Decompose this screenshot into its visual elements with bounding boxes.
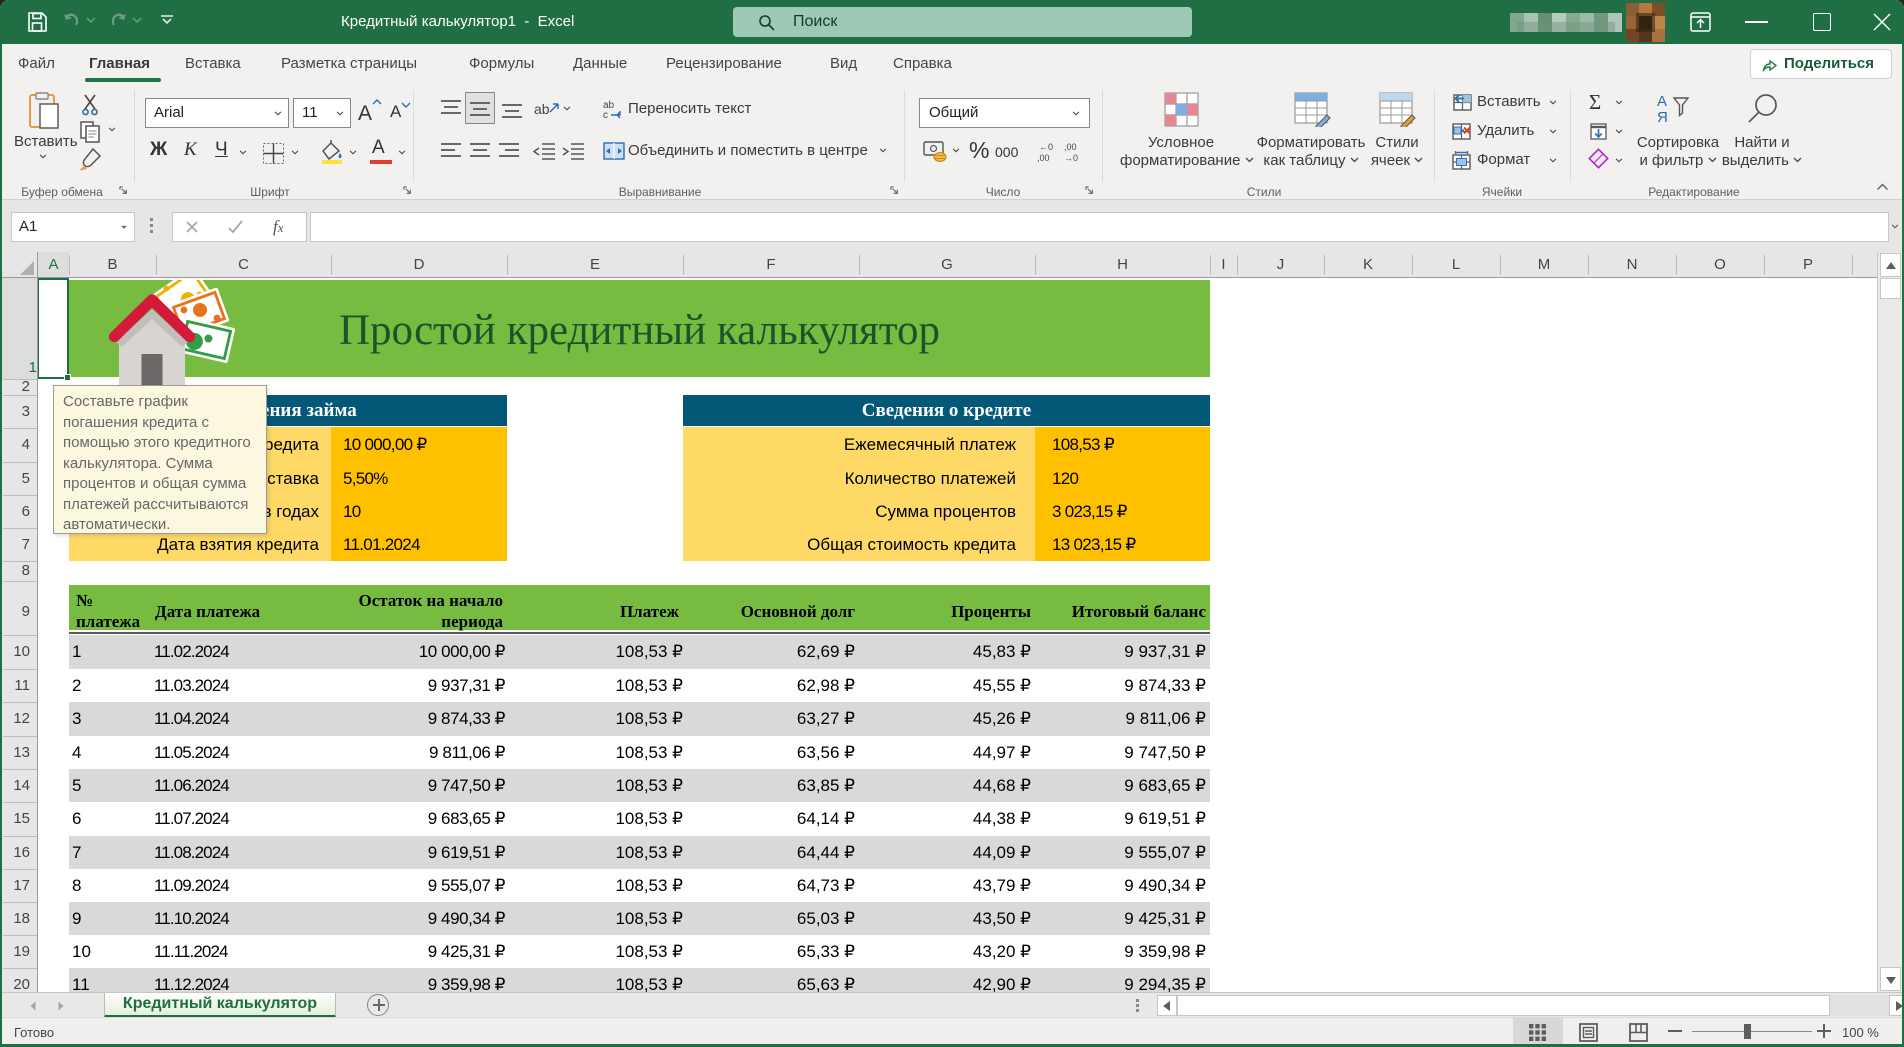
svg-text:А: А bbox=[1657, 93, 1667, 110]
svg-text:,00: ,00 bbox=[1037, 153, 1050, 163]
svg-text:Я: Я bbox=[1657, 109, 1668, 126]
svg-text:ab: ab bbox=[534, 101, 550, 117]
svg-text:←0: ←0 bbox=[1039, 142, 1053, 152]
svg-text:→0: →0 bbox=[1064, 153, 1078, 163]
svg-text:c: c bbox=[603, 110, 608, 120]
svg-text:,00: ,00 bbox=[1064, 142, 1077, 152]
